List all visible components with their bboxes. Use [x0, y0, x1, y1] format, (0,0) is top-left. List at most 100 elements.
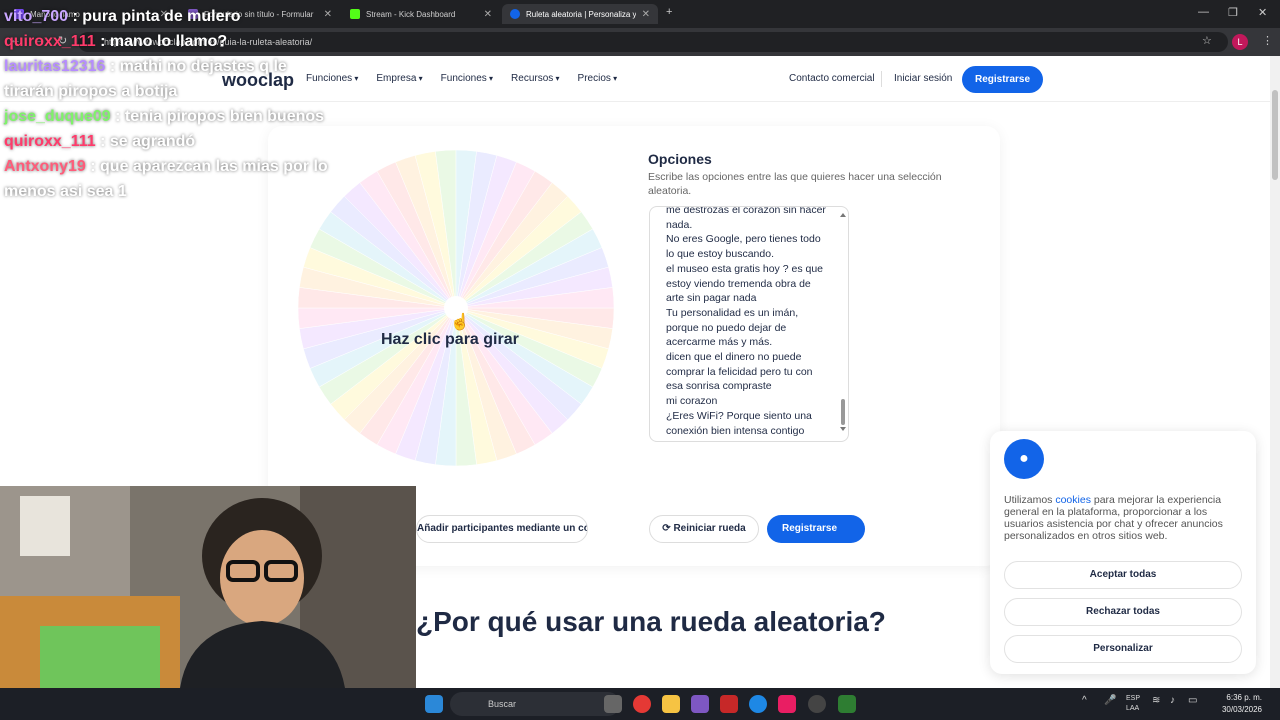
cookie-icon: ●	[1004, 439, 1044, 479]
system-clock[interactable]: 6:36 p. m. 30/03/2026	[1222, 692, 1262, 716]
close-tab-icon[interactable]: ✕	[642, 9, 650, 20]
options-title: Opciones	[648, 151, 712, 167]
options-description: Escribe las opciones entre las que quier…	[648, 171, 942, 197]
chat-username: jose_duque09	[4, 108, 111, 125]
grid-app-icon[interactable]	[838, 695, 856, 713]
option-line: porque no puedo dejar de	[666, 321, 787, 334]
file-explorer-icon[interactable]	[662, 695, 680, 713]
task-view-icon[interactable]	[604, 695, 622, 713]
chat-username: vito_700	[4, 8, 69, 25]
microphone-icon[interactable]: 🎤	[1104, 695, 1116, 706]
spin-label[interactable]: Haz clic para girar	[381, 331, 519, 349]
option-line: acercarme más y más.	[666, 336, 773, 349]
profile-avatar[interactable]: L	[1232, 34, 1248, 50]
option-line: No eres Google, pero tienes todo	[666, 233, 821, 246]
login-link[interactable]: Iniciar sesión	[894, 73, 952, 84]
chat-username: lauritas12316	[4, 58, 106, 75]
cookie-text: Utilizamos cookies para mejorar la exper…	[1004, 494, 1223, 542]
chrome-icon[interactable]	[633, 695, 651, 713]
chat-username: Antxony19	[4, 158, 86, 175]
copilot-icon[interactable]	[691, 695, 709, 713]
wooclap-icon	[510, 9, 520, 19]
chat-text: : mano lo llamo?	[95, 33, 228, 50]
reset-label: Reiniciar rueda	[673, 523, 746, 534]
add-participants-qr-button[interactable]: Añadir participantes mediante un código …	[416, 515, 588, 543]
search-label: Buscar	[488, 699, 517, 709]
option-line: Tu personalidad es un imán,	[666, 306, 799, 319]
minimize-icon[interactable]: —	[1198, 6, 1209, 18]
app-icon[interactable]	[808, 695, 826, 713]
menu-empresa[interactable]: Empresa	[376, 73, 422, 84]
menu-precios[interactable]: Precios	[578, 73, 618, 84]
battery-icon[interactable]: ▭	[1188, 695, 1197, 706]
option-line: esa sonrisa compraste	[666, 380, 772, 393]
tab-title: Stream - Kick Dashboard	[366, 9, 456, 19]
language-indicator[interactable]: ESP LAA	[1126, 694, 1140, 714]
tiktok-icon[interactable]	[778, 695, 796, 713]
chat-message: jose_duque09 : tenia piropos bien buenos	[4, 104, 334, 129]
register-button-secondary[interactable]: Registrarse	[767, 515, 865, 543]
kick-icon	[350, 9, 360, 19]
volume-icon[interactable]: ♪	[1170, 695, 1175, 706]
edge-icon[interactable]	[749, 695, 767, 713]
windows-taskbar: Buscar ^ 🎤 ESP LAA ≋ ♪ ▭ 6:36 p. m. 30/03…	[0, 688, 1280, 720]
netflix-icon[interactable]	[720, 695, 738, 713]
chat-message: quiroxx_111 : mano lo llamo?	[4, 29, 334, 54]
option-line: el museo esta gratis hoy ? es que	[666, 262, 824, 275]
chat-username: quiroxx_111	[4, 33, 96, 50]
customize-cookies-button[interactable]: Personalizar	[1004, 635, 1242, 663]
tab-title: Ruleta aleatoria | Personaliza y	[525, 9, 636, 19]
option-line: comprar la felicidad pero tu con	[666, 365, 813, 378]
register-button[interactable]: Registrarse	[962, 66, 1043, 93]
cookie-banner: ● Utilizamos cookies para mejorar la exp…	[990, 431, 1256, 674]
scrollbar-thumb[interactable]	[1272, 90, 1278, 180]
option-line: lo que estoy buscando.	[666, 248, 774, 261]
close-window-icon[interactable]: ✕	[1258, 6, 1267, 19]
chat-text: : tenia piropos bien buenos	[110, 108, 325, 125]
restore-icon[interactable]: ❐	[1228, 6, 1238, 19]
browser-menu-icon[interactable]: ⋮	[1262, 34, 1273, 47]
accept-all-button[interactable]: Aceptar todas	[1004, 561, 1242, 589]
chat-message: quiroxx_111 : se agrandó	[4, 129, 334, 154]
close-tab-icon[interactable]: ✕	[484, 9, 492, 20]
main-menu: Funciones Empresa Funciones Recursos Pre…	[306, 73, 617, 84]
clock-time: 6:36 p. m.	[1226, 693, 1262, 702]
chat-message: vito_700 : pura pinta de mulero	[4, 4, 334, 29]
random-wheel[interactable]	[296, 148, 616, 468]
options-textarea[interactable]: me destrozas el corazón sin hacer nada. No…	[649, 206, 849, 442]
reset-wheel-button[interactable]: ⟳ Reiniciar rueda	[649, 515, 759, 543]
tray-expand-icon[interactable]: ^	[1082, 695, 1087, 706]
chat-message: lauritas12316 : mathi no dejastes q le t…	[4, 54, 334, 104]
option-line: mi corazon	[666, 395, 718, 408]
cookies-link[interactable]: cookies	[1055, 494, 1091, 506]
page-scrollbar[interactable]	[1270, 56, 1280, 688]
chat-username: quiroxx_111	[4, 133, 96, 150]
options-lines: me destrozas el corazón sin hacer nada. No…	[666, 207, 830, 438]
menu-funciones-2[interactable]: Funciones	[441, 73, 493, 84]
header-divider	[881, 71, 882, 87]
clock-date: 30/03/2026	[1221, 705, 1262, 714]
menu-recursos[interactable]: Recursos	[511, 73, 560, 84]
chat-text: : pura pinta de mulero	[68, 8, 241, 25]
windows-start-icon[interactable]	[425, 695, 443, 713]
section-heading: ¿Por qué usar una rueda aleatoria?	[416, 606, 886, 637]
refresh-icon: ⟳	[662, 523, 674, 534]
option-line: estoy viendo tremenda obra de	[666, 277, 811, 290]
option-line: arte sin pagar nada	[666, 292, 757, 305]
new-tab-icon[interactable]: +	[666, 6, 672, 18]
textarea-scrollbar[interactable]	[840, 213, 846, 431]
browser-tab-4-active[interactable]: Ruleta aleatoria | Personaliza y ✕	[502, 4, 658, 24]
contact-sales-link[interactable]: Contacto comercial	[789, 73, 875, 84]
bookmark-star-icon[interactable]: ☆	[1202, 34, 1212, 47]
webcam-image	[0, 486, 416, 688]
option-line: dicen que el dinero no puede	[666, 351, 802, 364]
browser-tab-3[interactable]: Stream - Kick Dashboard ✕	[342, 4, 500, 24]
chat-text: : se agrandó	[95, 133, 196, 150]
wifi-icon[interactable]: ≋	[1152, 695, 1160, 706]
webcam-feed	[0, 486, 416, 688]
option-line: ¿Eres WiFi? Porque siento una	[666, 409, 812, 422]
stream-chat-overlay: vito_700 : pura pinta de mulero quiroxx_1…	[4, 4, 334, 204]
reject-all-button[interactable]: Rechazar todas	[1004, 598, 1242, 626]
taskbar-search[interactable]: Buscar	[450, 692, 620, 716]
hand-cursor-icon: ☝	[450, 314, 470, 331]
